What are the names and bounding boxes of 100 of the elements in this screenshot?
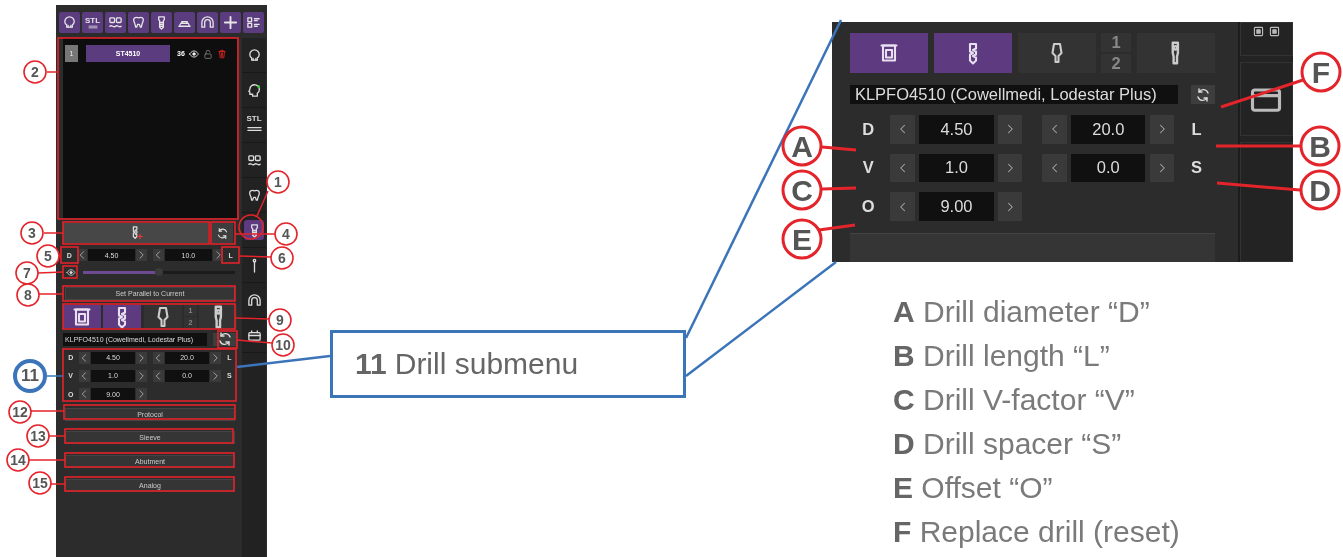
- analog-icon: [212, 304, 224, 329]
- scan-icon: [246, 152, 262, 168]
- drill-name-field[interactable]: KLPFO4510 (Cowellmedi, Lodestar Plus): [850, 85, 1178, 104]
- legend-item: E Offset “O”: [893, 470, 1054, 506]
- delete-button[interactable]: [216, 48, 227, 59]
- param-label: L: [1190, 118, 1203, 140]
- increment-button[interactable]: [136, 249, 147, 262]
- legend-item: C Drill V-factor “V”: [893, 382, 1136, 418]
- value-field[interactable]: 0.0: [1071, 153, 1146, 183]
- toolbar-button[interactable]: [105, 12, 126, 33]
- callout-letter: F: [1300, 51, 1342, 93]
- callout-letter: A: [781, 125, 823, 167]
- toolbar-button[interactable]: [243, 12, 264, 33]
- leader-line: [45, 375, 64, 377]
- callout-title: Drill submenu: [394, 347, 579, 381]
- toolbar-button[interactable]: [59, 12, 80, 33]
- leader-line: [236, 339, 273, 344]
- decrement-button[interactable]: [79, 351, 90, 364]
- toolbar-button[interactable]: [151, 12, 172, 33]
- scan-icon: [108, 15, 123, 30]
- decrement-button[interactable]: [153, 249, 164, 262]
- chevron-right-icon: [210, 369, 221, 382]
- toolbar-button[interactable]: [220, 12, 241, 33]
- plus-icon: [223, 15, 238, 30]
- square-icon: [1267, 25, 1281, 38]
- increment-button[interactable]: [136, 388, 147, 401]
- increment-button[interactable]: [212, 249, 224, 262]
- callout-number: 11: [355, 347, 387, 381]
- leader-line: [30, 410, 65, 412]
- leader-line: [28, 459, 66, 461]
- refresh-button[interactable]: [1190, 85, 1215, 104]
- callout-number: 6: [270, 246, 294, 270]
- component-tab[interactable]: [103, 305, 142, 329]
- grid-icon: [246, 15, 261, 30]
- callout-number: 8: [16, 283, 40, 307]
- leader-line: [821, 145, 857, 152]
- chevron-right-icon: [136, 388, 147, 401]
- value-field[interactable]: 4.50: [919, 114, 994, 144]
- sidebar-button[interactable]: STL: [244, 115, 264, 135]
- component-tab[interactable]: [1017, 33, 1096, 74]
- increment-button[interactable]: [136, 369, 147, 383]
- callout-number: 9: [268, 308, 292, 332]
- toolbar-button[interactable]: [197, 12, 218, 33]
- callout-number: 15: [28, 471, 52, 495]
- component-tab[interactable]: [933, 33, 1012, 74]
- toolbar-button[interactable]: [128, 12, 149, 33]
- callout-letter: E: [781, 218, 823, 260]
- head-icon: [246, 82, 262, 98]
- callout-number: 10: [271, 333, 295, 357]
- leader-line: [821, 186, 857, 191]
- decrement-button[interactable]: [79, 369, 90, 383]
- tooth-icon: [131, 15, 146, 30]
- skull-icon: [246, 47, 262, 63]
- legend-item: B Drill length “L”: [893, 338, 1111, 374]
- legend-item: F Replace drill (reset): [893, 514, 1180, 550]
- component-tab[interactable]: [63, 305, 101, 329]
- refresh-button[interactable]: [212, 223, 233, 243]
- increment-button[interactable]: [210, 369, 221, 383]
- component-tab[interactable]: [850, 33, 928, 74]
- callout-letter: B: [1299, 125, 1341, 167]
- eye-icon: [188, 48, 199, 59]
- lines-icon: [86, 24, 99, 29]
- arch-icon: [246, 292, 262, 308]
- component-tab[interactable]: [1136, 33, 1215, 74]
- decrement-button[interactable]: [76, 249, 88, 262]
- square-icon: [1251, 25, 1265, 38]
- increment-button[interactable]: [136, 351, 147, 364]
- leader-line: [58, 255, 62, 257]
- visibility-button[interactable]: [188, 48, 199, 59]
- callout-number: 14: [6, 448, 30, 472]
- toolbar-button[interactable]: [174, 12, 195, 33]
- view-button[interactable]: [65, 268, 78, 278]
- callout-letter: D: [1299, 169, 1341, 211]
- component-tab[interactable]: [199, 305, 238, 329]
- component-tab[interactable]: [143, 305, 182, 329]
- param-label: S: [1190, 157, 1204, 179]
- callout-number: 3: [20, 221, 44, 245]
- increment-button[interactable]: [210, 351, 221, 364]
- param-label: V: [861, 157, 875, 179]
- callout-number: 11: [13, 359, 47, 393]
- counter-tab[interactable]: 1 2: [1101, 33, 1131, 74]
- value-field[interactable]: 20.0: [1071, 114, 1146, 144]
- lock-icon: [202, 48, 213, 59]
- decrement-button[interactable]: [153, 369, 164, 383]
- value-field[interactable]: 1.0: [919, 153, 994, 183]
- highlight-frame: [221, 246, 240, 264]
- decrement-button[interactable]: [153, 351, 164, 364]
- sidebar-cell[interactable]: [1239, 62, 1293, 136]
- callout-number: 7: [15, 261, 39, 285]
- toolbar-button[interactable]: STL: [82, 12, 103, 33]
- slider-thumb[interactable]: [155, 268, 163, 277]
- value-field[interactable]: 9.00: [919, 192, 994, 222]
- refresh-button[interactable]: [213, 333, 237, 346]
- trash-icon: [216, 48, 227, 59]
- tray-icon: [246, 327, 262, 343]
- param-label: O: [860, 196, 876, 218]
- analog-icon: [1170, 41, 1182, 66]
- legend-item: D Drill spacer “S”: [893, 426, 1123, 462]
- callout-number: 1: [266, 170, 290, 194]
- decrement-button[interactable]: [79, 388, 90, 401]
